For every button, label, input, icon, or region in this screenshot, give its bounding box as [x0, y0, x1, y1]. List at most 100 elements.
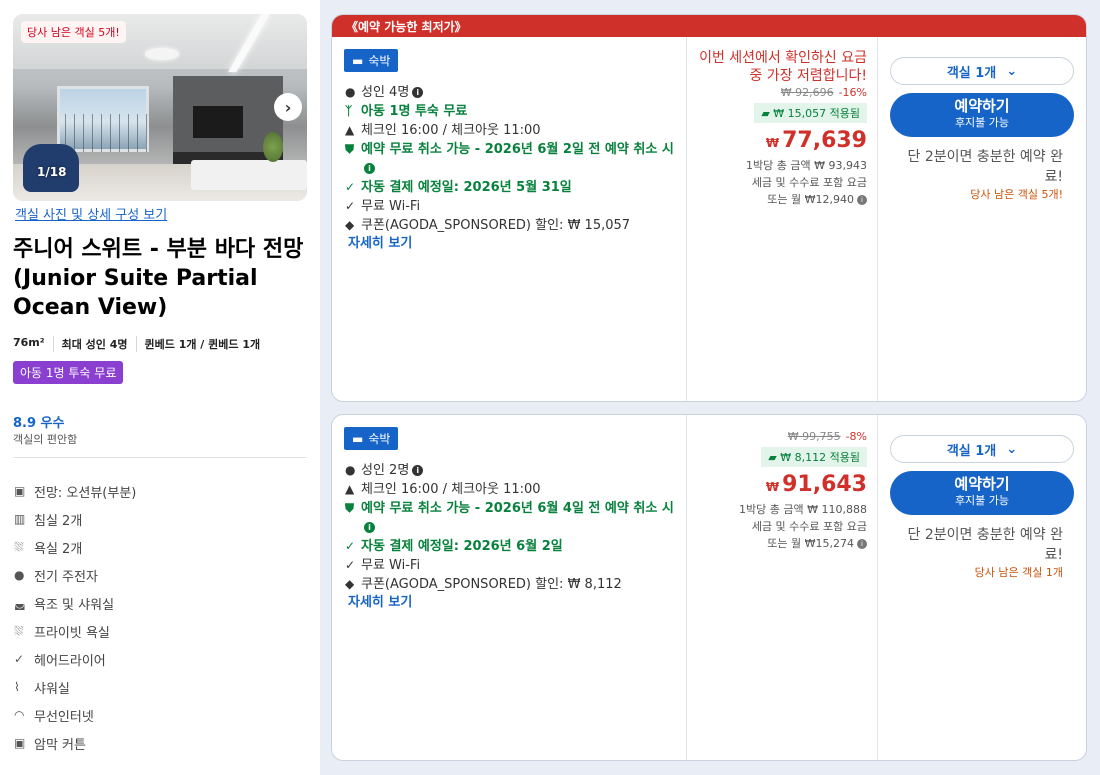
amenity-item: ▥ 침실 2개 — [14, 505, 136, 533]
stay-tag: ▬ 숙박 — [344, 427, 399, 450]
occupancy-text: 성인 2명 — [361, 463, 410, 478]
info-icon[interactable]: i — [412, 87, 424, 98]
room-count-select[interactable]: 객실 1개 ⌄ — [890, 435, 1074, 463]
offer-card: ▬ 숙박 ● 성인 2명 i ▲ 체크인 16:00 / 체크아웃 11:00 ⛊ 예약 … — [331, 414, 1087, 761]
shield-check-icon: ⛊ — [345, 501, 355, 515]
amenity-label: 전기 주전자 — [34, 569, 98, 585]
original-price: ₩ 92,696 — [780, 86, 834, 99]
details-link[interactable]: 자세히 보기 — [348, 235, 675, 253]
chevron-down-icon: ⌄ — [1006, 63, 1018, 79]
booking-column: 객실 1개 ⌄ 예약하기 후지불 가능 단 2분이면 충분한 예약 완료! 당사 … — [890, 435, 1075, 581]
offer-details: ● 성인 4명 i ᛉ 아동 1명 투숙 무료 ▲ 체크인 16:00 / 체크아웃 1… — [345, 83, 675, 253]
tag-icon: ◆ — [345, 577, 355, 591]
rooms-left-note: 당사 남은 객실 5개! — [970, 188, 1063, 201]
max-occupancy: 최대 성인 4명 — [62, 336, 137, 352]
rooms-left-note: 당사 남은 객실 1개 — [974, 566, 1063, 579]
offer-details: ● 성인 2명 i ▲ 체크인 16:00 / 체크아웃 11:00 ⛊ 예약 무료 취… — [345, 461, 675, 612]
blackout-icon: ▣ — [14, 736, 26, 750]
check-icon: ✓ — [14, 652, 25, 666]
ticket-icon: ▰ — [761, 107, 774, 120]
details-link[interactable]: 자세히 보기 — [348, 594, 675, 612]
pay-later-label: 후지불 가능 — [954, 116, 1010, 129]
chevron-right-icon: › — [284, 97, 292, 117]
room-photo[interactable]: 당사 남은 객실 5개! › 1/18 — [13, 14, 307, 201]
monthly-price-row: 또는 월 ₩12,940 i — [687, 191, 867, 208]
info-icon[interactable]: i — [364, 522, 375, 533]
amenity-item: ▣ 전망: 오션뷰(부분) — [14, 477, 136, 505]
check-icon: ✓ — [345, 539, 356, 553]
room-count-value: 객실 1개 — [946, 443, 997, 459]
cancel-text: 예약 무료 취소 가능 - 2026년 6월 4일 전 예약 취소 시 — [361, 501, 674, 516]
room-count-value: 객실 1개 — [946, 65, 997, 81]
tax-note: 세금 및 수수료 포함 요금 — [751, 176, 867, 189]
divider — [13, 457, 307, 458]
info-icon[interactable]: i — [857, 539, 867, 549]
room-title: 주니어 스위트 - 부분 바다 전망 (Junior Suite Partial… — [13, 237, 304, 320]
info-icon[interactable]: i — [412, 465, 424, 476]
wifi-row: ✓ 무료 Wi-Fi — [345, 556, 675, 575]
info-icon[interactable]: i — [364, 163, 375, 174]
bedroom-icon: ▥ — [14, 512, 26, 526]
discount-percent: -16% — [838, 86, 867, 99]
person-icon: ● — [345, 463, 356, 477]
check-icon: ✓ — [345, 558, 356, 572]
wifi-icon: ◠ — [14, 708, 25, 722]
photo-tv — [193, 106, 243, 138]
room-gallery-link[interactable]: 객실 사진 및 상세 구성 보기 — [15, 204, 167, 223]
bed-icon: ▬ — [352, 53, 364, 68]
photo-lamp — [145, 48, 179, 60]
check-icon: ✓ — [345, 199, 356, 213]
amenity-item: ⛆ 욕실 2개 — [14, 533, 136, 561]
photo-table — [191, 160, 307, 190]
info-icon[interactable]: i — [857, 195, 867, 205]
photo-plant — [263, 132, 283, 162]
amenity-item: ✓ 헤어드라이어 — [14, 645, 136, 673]
final-price: ₩91,643 — [687, 471, 867, 501]
bath-icon: ⛆ — [14, 539, 24, 554]
amenity-label: 욕조 및 샤워실 — [34, 597, 115, 613]
rating-score: 8.9 우수 — [13, 416, 65, 431]
cancel-row: ⛊ 예약 무료 취소 가능 - 2026년 6월 2일 전 예약 취소 시 i — [345, 140, 675, 178]
currency-symbol: ₩ — [765, 480, 780, 494]
amenities-list: ▣ 전망: 오션뷰(부분) ▥ 침실 2개 ⛆ 욕실 2개 ● 전기 주전자 ◛ 욕조 및… — [14, 477, 136, 757]
room-size: 76m² — [13, 336, 54, 352]
column-divider — [877, 37, 878, 401]
offer-card: 《예약 가능한 최저가》 ▬ 숙박 ● 성인 4명 i ᛉ 아동 1명 투숙 무료 ▲ 체… — [331, 14, 1087, 402]
original-price-row: ₩ 99,755 -8% — [687, 429, 867, 445]
checkin-row: ▲ 체크인 16:00 / 체크아웃 11:00 — [345, 480, 675, 499]
rooms-left-badge: 당사 남은 객실 5개! — [21, 21, 126, 43]
quick-booking-message: 단 2분이면 충분한 예약 완료! — [907, 527, 1063, 563]
monthly-price: 또는 월 ₩15,274 — [767, 537, 854, 550]
tag-icon: ◆ — [345, 218, 355, 232]
photo-counter: 1/18 — [37, 165, 67, 179]
monthly-price-row: 또는 월 ₩15,274 i — [687, 535, 867, 552]
kids-free-text: 아동 1명 투숙 무료 — [361, 104, 468, 119]
checkin-text: 체크인 16:00 / 체크아웃 11:00 — [361, 123, 541, 138]
amenity-label: 샤워실 — [34, 681, 70, 697]
view-icon: ▣ — [14, 484, 26, 498]
autopay-text: 자동 결제 예정일: 2026년 6월 2일 — [361, 539, 563, 554]
book-button[interactable]: 예약하기 후지불 가능 — [890, 93, 1074, 137]
coupon-applied-text: ₩ 15,057 적용됨 — [773, 107, 860, 120]
bathtub-icon: ◛ — [14, 596, 26, 610]
coupon-row: ◆ 쿠폰(AGODA_SPONSORED) 할인: ₩ 15,057 — [345, 216, 675, 235]
original-price: ₩ 99,755 — [787, 430, 841, 443]
autopay-row: ✓ 자동 결제 예정일: 2026년 6월 2일 — [345, 537, 675, 556]
private-bath-icon: ⛆ — [14, 623, 24, 638]
price-value: 91,643 — [782, 472, 867, 497]
chevron-down-icon: ⌄ — [1006, 441, 1018, 457]
stay-tag-label: 숙박 — [368, 54, 391, 68]
amenity-label: 무선인터넷 — [34, 709, 94, 725]
room-count-select[interactable]: 객실 1개 ⌄ — [890, 57, 1074, 85]
amenity-item: ▣ 암막 커튼 — [14, 729, 136, 757]
book-button[interactable]: 예약하기 후지불 가능 — [890, 471, 1074, 515]
checkin-row: ▲ 체크인 16:00 / 체크아웃 11:00 — [345, 121, 675, 140]
booking-column: 객실 1개 ⌄ 예약하기 후지불 가능 단 2분이면 충분한 예약 완료! 당사 … — [890, 57, 1075, 203]
amenity-item: ◠ 무선인터넷 — [14, 701, 136, 729]
coupon-applied-text: ₩ 8,112 적용됨 — [780, 451, 860, 464]
discount-percent: -8% — [845, 430, 867, 443]
amenity-label: 암막 커튼 — [34, 737, 86, 753]
next-photo-button[interactable]: › — [274, 93, 302, 121]
amenity-label: 욕실 2개 — [34, 541, 83, 557]
autopay-row: ✓ 자동 결제 예정일: 2026년 5월 31일 — [345, 178, 675, 197]
